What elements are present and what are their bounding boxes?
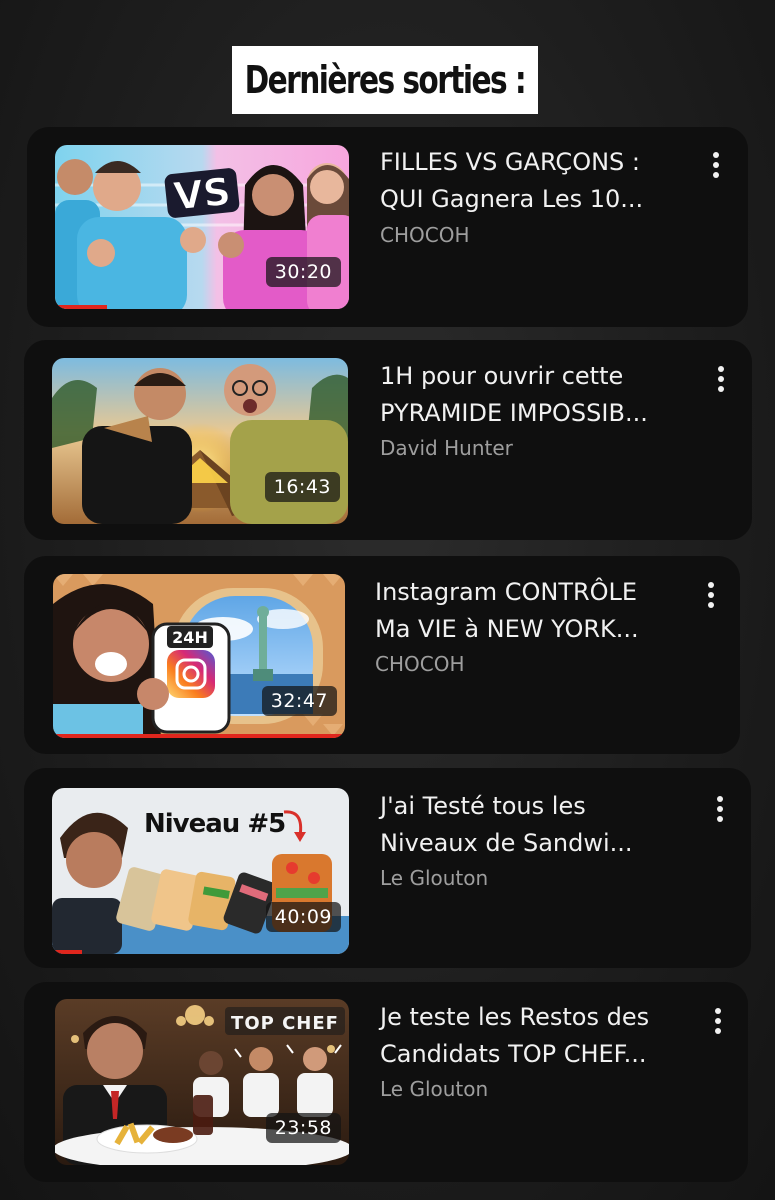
video-title[interactable]: FILLES VS GARÇONS : QUI Gagnera Les 10..… xyxy=(380,144,700,218)
video-duration: 40:09 xyxy=(265,902,341,932)
section-header: Dernières sorties : xyxy=(232,46,538,114)
video-thumbnail[interactable]: VS 30:20 xyxy=(55,145,349,309)
more-vertical-icon[interactable] xyxy=(709,366,733,396)
more-vertical-icon[interactable] xyxy=(704,152,728,182)
video-thumbnail[interactable]: Niveau #5 40:09 xyxy=(52,788,349,954)
video-title[interactable]: 1H pour ouvrir cette PYRAMIDE IMPOSSIB..… xyxy=(380,358,700,432)
section-title: Dernières sorties : xyxy=(244,58,527,102)
video-thumbnail[interactable]: TOP CHEF 23:58 xyxy=(55,999,349,1165)
video-card[interactable]: TOP CHEF 23:58 Je teste les Restos des C… xyxy=(24,982,748,1182)
video-thumbnail[interactable]: 24H 32:47 xyxy=(53,574,345,738)
top-chef-thumb-text: TOP CHEF xyxy=(231,1013,339,1034)
channel-name[interactable]: CHOCOH xyxy=(375,652,465,676)
channel-name[interactable]: Le Glouton xyxy=(380,1077,488,1101)
watch-progress-bar xyxy=(53,734,345,738)
video-title[interactable]: Instagram CONTRÔLE Ma VIE à NEW YORK... xyxy=(375,574,695,648)
channel-name[interactable]: Le Glouton xyxy=(380,866,488,890)
video-duration: 23:58 xyxy=(265,1113,341,1143)
video-duration: 32:47 xyxy=(261,686,337,716)
video-title[interactable]: J'ai Testé tous les Niveaux de Sandwi... xyxy=(380,788,700,862)
watch-progress-bar xyxy=(55,305,107,309)
channel-name[interactable]: David Hunter xyxy=(380,436,513,460)
video-duration: 16:43 xyxy=(264,472,340,502)
video-card[interactable]: Niveau #5 40:09 J'ai Testé tous les Nive… xyxy=(24,768,751,968)
more-vertical-icon[interactable] xyxy=(699,582,723,612)
video-card[interactable]: 24H 32:47 Instagram CONTRÔLE Ma VIE à NE… xyxy=(24,556,740,754)
more-vertical-icon[interactable] xyxy=(708,796,732,826)
channel-name[interactable]: CHOCOH xyxy=(380,223,470,247)
video-thumbnail[interactable]: 16:43 xyxy=(52,358,348,524)
niveau-thumb-text: Niveau #5 xyxy=(144,809,285,839)
24h-thumb-text: 24H xyxy=(172,628,208,647)
video-title[interactable]: Je teste les Restos des Candidats TOP CH… xyxy=(380,999,700,1073)
video-card[interactable]: 16:43 1H pour ouvrir cette PYRAMIDE IMPO… xyxy=(24,340,752,540)
more-vertical-icon[interactable] xyxy=(706,1008,730,1038)
watch-progress-bar xyxy=(52,950,82,954)
video-duration: 30:20 xyxy=(265,257,341,287)
vs-thumb-text: VS xyxy=(172,169,233,219)
video-card[interactable]: VS 30:20 FILLES VS GARÇONS : QUI Gagnera… xyxy=(27,127,748,327)
